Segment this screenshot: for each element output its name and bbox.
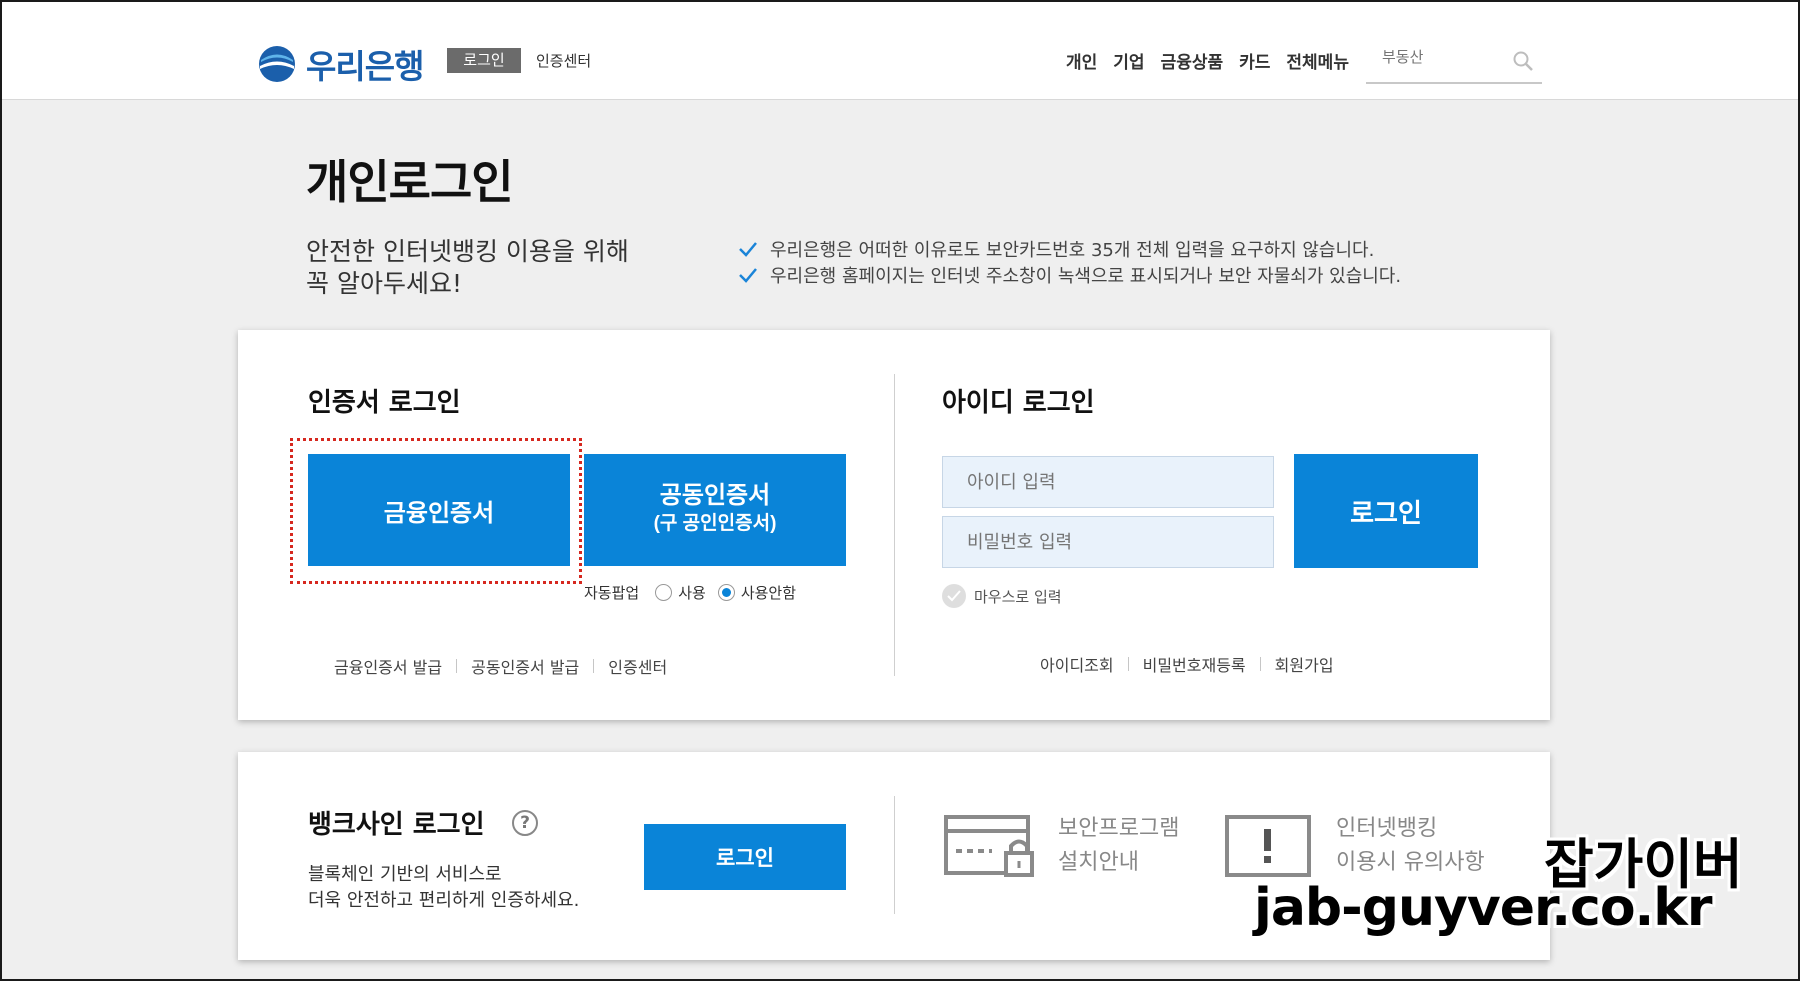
caution-line2: 이용시 유의사항: [1336, 850, 1485, 875]
auto-popup-label: 자동팝업: [584, 584, 640, 602]
mouse-input-label: 마우스로 입력: [974, 587, 1062, 606]
nav-products[interactable]: 금융상품: [1161, 48, 1224, 73]
link-sign-up[interactable]: 회원가입: [1275, 652, 1334, 676]
link-financial-cert-issue[interactable]: 금융인증서 발급: [334, 654, 442, 678]
banksign-description: 블록체인 기반의 서비스로 더욱 안전하고 편리하게 인증하세요.: [308, 862, 579, 914]
page-title: 개인로그인: [306, 155, 514, 209]
nav-all-menu[interactable]: 전체메뉴: [1286, 48, 1349, 73]
security-program-text: 보안프로그램 설치안내: [1058, 812, 1179, 880]
check-icon: [739, 268, 757, 283]
id-login-title: 아이디 로그인: [942, 388, 1095, 418]
id-links: 아이디조회 비밀번호재등록 회원가입: [1040, 652, 1334, 676]
search-box: [1366, 44, 1542, 84]
caution-line1: 인터넷뱅킹: [1336, 816, 1438, 841]
panel-divider: [894, 374, 895, 676]
help-icon[interactable]: ?: [512, 810, 538, 836]
watermark-url: jab-guyver.co.kr: [1254, 878, 1713, 938]
notice-item: 우리은행은 어떠한 이유로도 보안카드번호 35개 전체 입력을 요구하지 않습…: [738, 236, 1401, 262]
banksign-desc-line2: 더욱 안전하고 편리하게 인증하세요.: [308, 890, 580, 911]
link-separator: [1259, 657, 1261, 671]
joint-cert-button[interactable]: 공동인증서 (구 공인인증서): [584, 454, 846, 566]
mouse-input-check-icon[interactable]: [942, 584, 966, 608]
notice-heading-line1: 안전한 인터넷뱅킹 이용을 위해: [306, 237, 629, 266]
main-nav: 개인 기업 금융상품 카드 전체메뉴: [1066, 48, 1349, 73]
radio-use-label: 사용: [678, 584, 706, 602]
notice-heading-line2: 꼭 알아두세요!: [306, 269, 462, 298]
banksign-login-button[interactable]: 로그인: [644, 824, 846, 890]
notice-list: 우리은행은 어떠한 이유로도 보안카드번호 35개 전체 입력을 요구하지 않습…: [738, 236, 1401, 288]
cert-login-title: 인증서 로그인: [308, 388, 461, 418]
warning-monitor-icon: [1225, 815, 1311, 877]
brand-name: 우리은행: [306, 47, 424, 86]
joint-cert-label: 공동인증서: [659, 482, 771, 509]
check-icon: [739, 242, 757, 257]
security-line1: 보안프로그램: [1058, 816, 1180, 841]
id-input[interactable]: [942, 456, 1274, 508]
link-separator: [456, 659, 458, 673]
financial-cert-label: 금융인증서: [383, 499, 495, 527]
financial-cert-button[interactable]: 금융인증서: [308, 454, 570, 566]
cert-center-link[interactable]: 인증센터: [536, 50, 591, 71]
nav-business[interactable]: 기업: [1113, 48, 1144, 73]
notice-text: 우리은행 홈페이지는 인터넷 주소창이 녹색으로 표시되거나 보안 자물쇠가 있…: [770, 266, 1402, 287]
internet-banking-caution[interactable]: 인터넷뱅킹 이용시 유의사항: [1224, 812, 1485, 880]
search-icon[interactable]: [1512, 50, 1534, 72]
woori-logo-icon: [259, 46, 295, 82]
banksign-desc-line1: 블록체인 기반의 서비스로: [308, 864, 502, 885]
link-separator: [593, 659, 595, 673]
banksign-title: 뱅크사인 로그인: [308, 810, 485, 840]
cert-links: 금융인증서 발급 공동인증서 발급 인증센터: [334, 654, 667, 678]
security-program-guide[interactable]: 보안프로그램 설치안내: [944, 812, 1179, 880]
link-reset-password[interactable]: 비밀번호재등록: [1143, 652, 1246, 676]
link-cert-center[interactable]: 인증센터: [608, 654, 667, 678]
joint-cert-sublabel: (구 공인인증서): [653, 513, 777, 534]
site-header: 우리은행 로그인 인증센터 개인 기업 금융상품 카드 전체메뉴: [2, 2, 1798, 100]
notice-item: 우리은행 홈페이지는 인터넷 주소창이 녹색으로 표시되거나 보안 자물쇠가 있…: [738, 262, 1401, 288]
security-line2: 설치안내: [1058, 850, 1139, 875]
woori-logo[interactable]: 우리은행: [258, 40, 424, 88]
browser-frame: 우리은행 로그인 인증센터 개인 기업 금융상품 카드 전체메뉴 개인로그인 안…: [0, 0, 1800, 981]
link-find-id[interactable]: 아이디조회: [1040, 652, 1114, 676]
search-input[interactable]: [1382, 48, 1502, 66]
id-login-button[interactable]: 로그인: [1294, 454, 1478, 568]
radio-no-use-label: 사용안함: [740, 584, 797, 602]
caution-text: 인터넷뱅킹 이용시 유의사항: [1336, 812, 1485, 880]
id-login-label: 로그인: [1350, 497, 1422, 528]
login-tag[interactable]: 로그인: [447, 48, 521, 73]
mouse-input-row[interactable]: 마우스로 입력: [942, 584, 1062, 608]
login-panel: 인증서 로그인 금융인증서 공동인증서 (구 공인인증서) 자동팝업 사용 사용…: [238, 330, 1550, 720]
notice-text: 우리은행은 어떠한 이유로도 보안카드번호 35개 전체 입력을 요구하지 않습…: [770, 240, 1375, 261]
auto-popup-row: 자동팝업 사용 사용안함: [584, 582, 796, 603]
panel-divider: [894, 796, 895, 914]
password-input[interactable]: [942, 516, 1274, 568]
radio-use[interactable]: [655, 584, 673, 601]
banksign-login-label: 로그인: [716, 847, 774, 870]
nav-personal[interactable]: 개인: [1066, 48, 1097, 73]
link-separator: [1127, 657, 1129, 671]
notice-heading: 안전한 인터넷뱅킹 이용을 위해 꼭 알아두세요!: [306, 236, 629, 300]
nav-card[interactable]: 카드: [1239, 48, 1270, 73]
security-card-lock-icon: [944, 815, 1034, 877]
radio-no-use[interactable]: [717, 584, 735, 601]
link-joint-cert-issue[interactable]: 공동인증서 발급: [471, 654, 579, 678]
